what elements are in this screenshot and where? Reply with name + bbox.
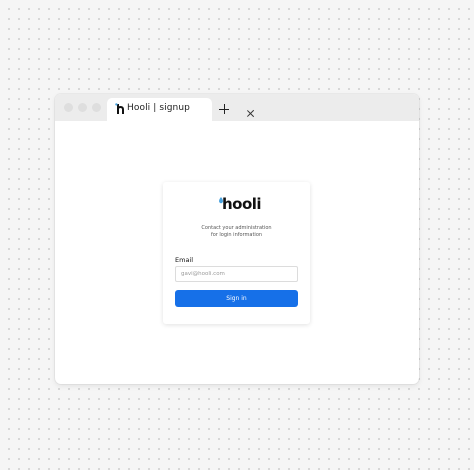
plus-icon[interactable] [219, 104, 229, 114]
window-controls [64, 103, 101, 112]
login-subtitle: Contact your administration for login in… [163, 225, 310, 239]
hooli-favicon-icon [115, 103, 124, 114]
tab-title: Hooli | signup [127, 103, 190, 113]
browser-tab[interactable]: Hooli | signup [107, 98, 212, 121]
window-close-dot[interactable] [64, 103, 73, 112]
window-minimize-dot[interactable] [78, 103, 87, 112]
login-card: hooli Contact your administration for lo… [163, 182, 310, 324]
close-icon[interactable] [246, 109, 255, 118]
logo-text: hooli [222, 195, 262, 213]
hooli-logo: hooli [218, 196, 262, 212]
sign-in-button[interactable]: Sign in [175, 290, 298, 307]
subtitle-line-1: Contact your administration [201, 225, 272, 231]
email-label: Email [175, 256, 194, 264]
email-field[interactable] [175, 266, 298, 282]
subtitle-line-2: for login information [210, 232, 263, 238]
window-maximize-dot[interactable] [92, 103, 101, 112]
tab-bar: Hooli | signup [55, 94, 419, 121]
